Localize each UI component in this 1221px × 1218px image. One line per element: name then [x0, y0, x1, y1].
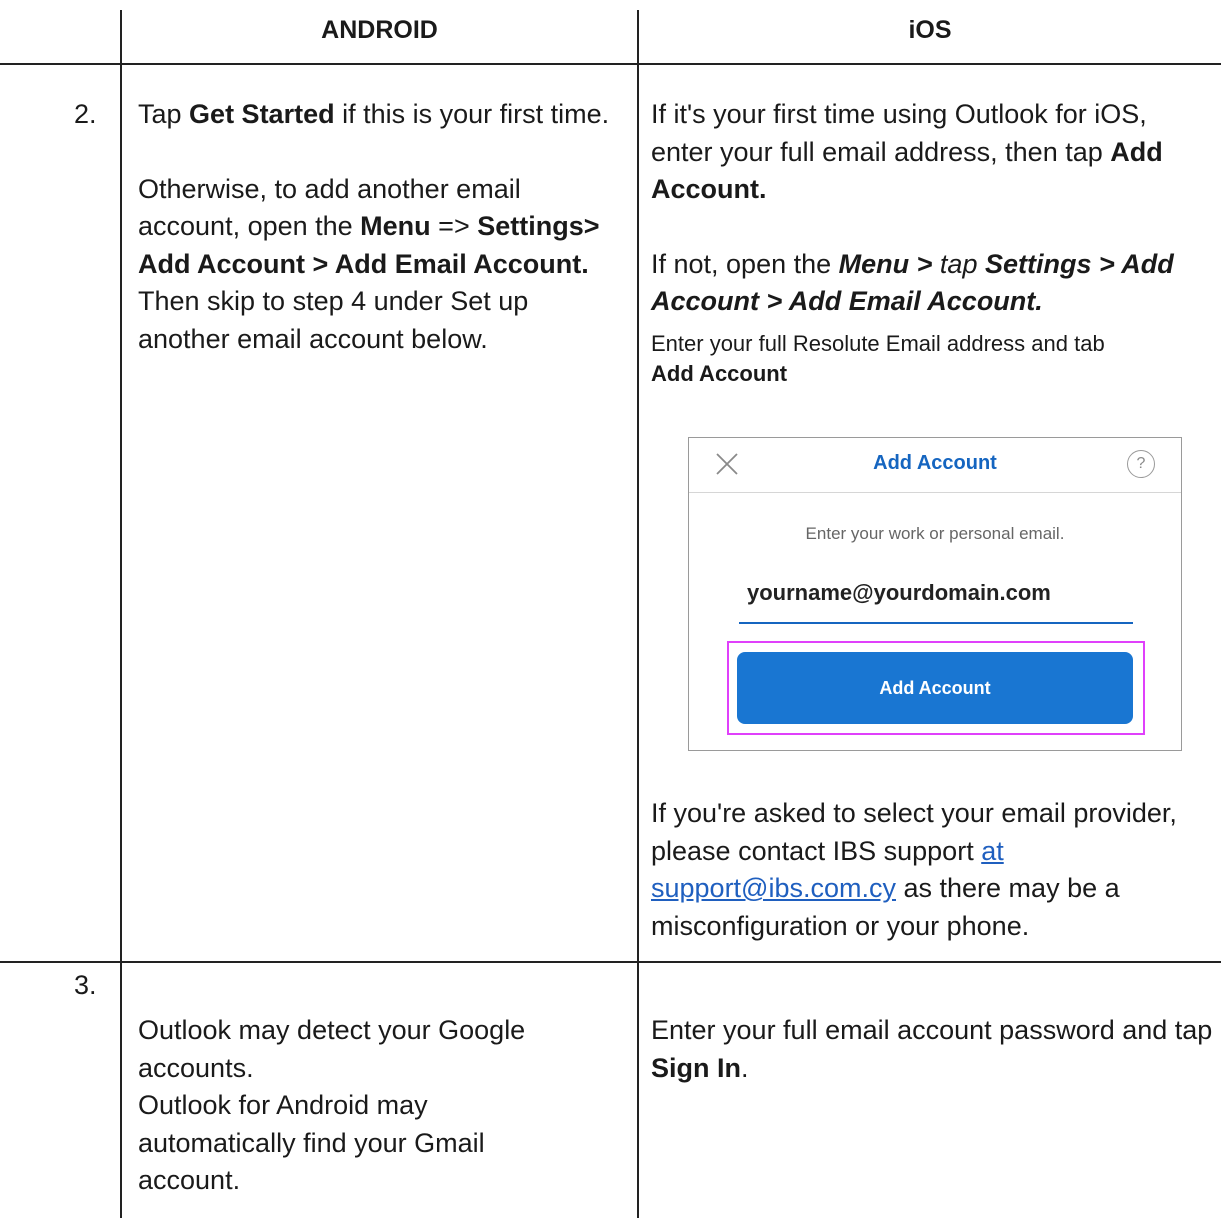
- ios-screen-title: Add Account: [873, 452, 997, 474]
- step3-android-paragraph-2: Outlook for Android may automatically fi…: [138, 1090, 485, 1195]
- menu-label: Menu: [360, 211, 431, 241]
- get-started-label: Get Started: [189, 99, 335, 129]
- ios-email-prompt: Enter your work or personal email.: [805, 524, 1065, 543]
- step3-android-cell: Outlook may detect your Google accounts.…: [138, 1012, 568, 1200]
- row-divider: [0, 961, 1221, 963]
- step-number-2: 2.: [74, 99, 97, 129]
- ios-add-account-screenshot: Add Account ? Enter your work or persona…: [688, 437, 1182, 751]
- column-header-ios: iOS: [908, 16, 952, 44]
- add-account-label-2: Add Account: [651, 361, 788, 386]
- step2-android-cell: Tap Get Started if this is your first ti…: [138, 96, 618, 358]
- ios-email-underline: [739, 622, 1133, 624]
- step2-android-paragraph-1: Tap Get Started if this is your first ti…: [138, 99, 610, 129]
- column-header-android: ANDROID: [321, 16, 438, 44]
- step3-android-paragraph-1: Outlook may detect your Google accounts.: [138, 1015, 526, 1083]
- step2-ios-paragraph-1: If it's your first time using Outlook fo…: [651, 99, 1163, 204]
- header-row-divider: [0, 63, 1221, 65]
- step-number-3: 3.: [74, 970, 97, 1000]
- document-page: ANDROID iOS 2. Tap Get Started if this i…: [0, 0, 1221, 1218]
- step3-ios-paragraph-1: Enter your full email account password a…: [651, 1015, 1213, 1083]
- step2-ios-paragraph-4: If you're asked to select your email pro…: [651, 798, 1177, 941]
- ios-topbar: Add Account ?: [689, 438, 1181, 493]
- step2-android-paragraph-2: Otherwise, to add another email account,…: [138, 173, 600, 354]
- table-border-left: [120, 10, 122, 1218]
- step2-ios-paragraph-2: If not, open the Menu > tap Settings > A…: [651, 248, 1174, 317]
- sign-in-label: Sign In: [651, 1052, 741, 1083]
- step2-ios-cell: If it's your first time using Outlook fo…: [651, 96, 1213, 321]
- step3-ios-cell: Enter your full email account password a…: [651, 1012, 1213, 1087]
- step2-ios-paragraph-3: Enter your full Resolute Email address a…: [651, 331, 1105, 386]
- table-border-middle: [637, 10, 639, 1218]
- add-account-button[interactable]: Add Account: [737, 652, 1133, 724]
- menu-path-label: Menu >: [838, 248, 940, 279]
- help-icon[interactable]: ?: [1127, 450, 1155, 478]
- ios-email-field[interactable]: yourname@yourdomain.com: [747, 580, 1051, 606]
